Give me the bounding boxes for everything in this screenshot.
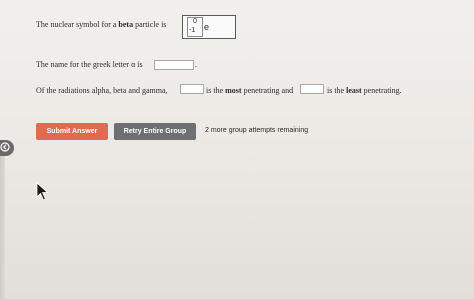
question-text-bold: beta bbox=[118, 20, 134, 29]
question3-least-word: least bbox=[346, 86, 362, 95]
nuclear-symbol-answer-box[interactable]: 0 -1 e bbox=[182, 15, 236, 39]
chevron-left-icon bbox=[0, 139, 10, 157]
question3-least-clause: is the least penetrating. bbox=[327, 86, 402, 95]
question3-intro: Of the radiations alpha, beta and gamma, bbox=[36, 86, 168, 95]
question3-part3-post: penetrating. bbox=[361, 86, 402, 95]
question-text-suffix: particle is bbox=[133, 20, 167, 29]
side-panel-rail bbox=[0, 156, 5, 299]
question3-part3-pre: is the bbox=[327, 86, 347, 95]
question-beta-symbol: The nuclear symbol for a beta particle i… bbox=[36, 20, 166, 29]
most-penetrating-input[interactable] bbox=[180, 84, 204, 94]
question3-part2-pre: is the bbox=[206, 86, 226, 95]
question2-period: . bbox=[195, 60, 197, 69]
element-symbol: e bbox=[204, 22, 210, 32]
question-greek-letter: The name for the greek letter α is bbox=[36, 60, 143, 69]
retry-entire-group-button[interactable]: Retry Entire Group bbox=[114, 123, 196, 140]
question2-text: The name for the greek letter α is bbox=[36, 60, 143, 69]
nuclear-symbol-number-fields[interactable]: 0 -1 bbox=[187, 17, 203, 37]
question3-most-word: most bbox=[225, 86, 242, 95]
attempts-remaining-text: 2 more group attempts remaining bbox=[205, 127, 309, 134]
least-penetrating-input[interactable] bbox=[300, 84, 324, 94]
mass-number: 0 bbox=[193, 18, 197, 25]
question-text-prefix: The nuclear symbol for a bbox=[36, 20, 119, 29]
question3-part1: Of the radiations alpha, beta and gamma, bbox=[36, 86, 168, 95]
side-panel-toggle[interactable] bbox=[0, 140, 14, 156]
question3-most-clause: is the most penetrating and bbox=[206, 86, 293, 95]
greek-letter-name-input[interactable] bbox=[154, 60, 194, 70]
mouse-pointer-icon bbox=[36, 182, 50, 207]
submit-answer-button[interactable]: Submit Answer bbox=[36, 123, 108, 140]
question3-part2-post: penetrating and bbox=[241, 86, 294, 95]
atomic-number: -1 bbox=[189, 27, 196, 34]
